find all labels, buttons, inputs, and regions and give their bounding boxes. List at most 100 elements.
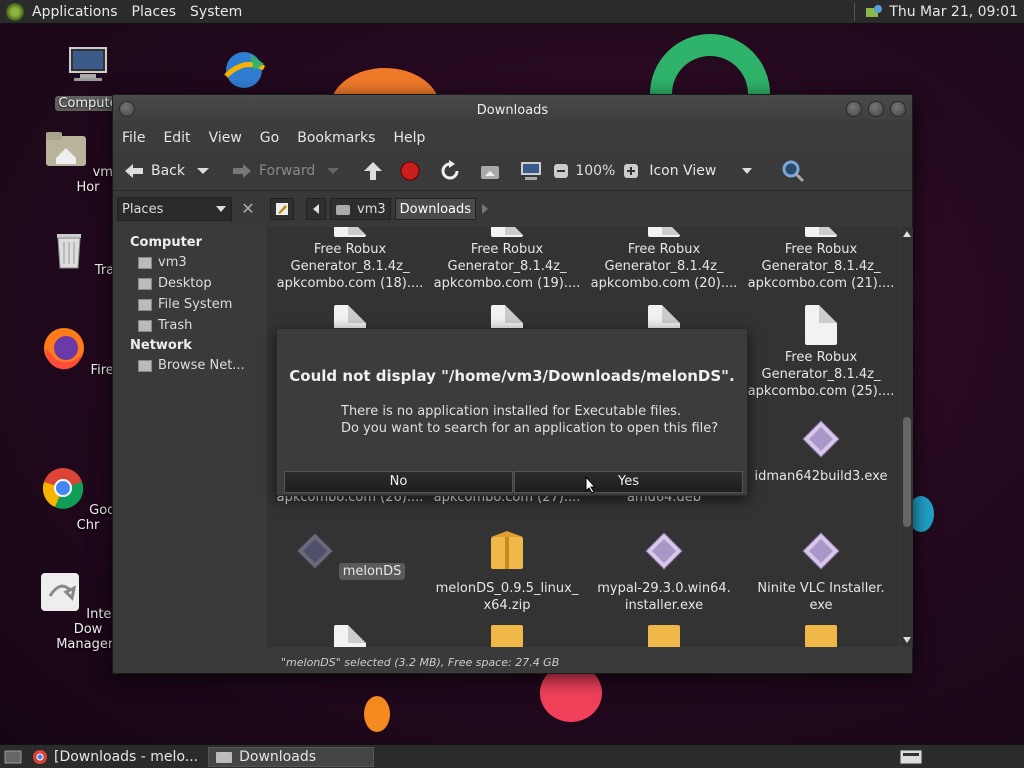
folder-icon: [216, 751, 233, 763]
zoom-in-icon[interactable]: [623, 163, 639, 179]
window-menu-icon[interactable]: [119, 101, 135, 117]
forward-button[interactable]: Forward: [231, 162, 349, 180]
window-titlebar[interactable]: Downloads: [113, 95, 912, 125]
places-label: Places: [122, 201, 164, 217]
file-item[interactable]: Free Robux Generator_8.1.4z_ apkcombo.co…: [275, 227, 425, 292]
breadcrumb-downloads[interactable]: Downloads: [394, 198, 477, 220]
taskbar-item-chrome[interactable]: [Downloads - melo...: [26, 747, 204, 767]
sidebar-item-browse-network[interactable]: Browse Net...: [113, 355, 261, 376]
sidebar-item-vm3[interactable]: vm3: [113, 252, 261, 273]
file-item-melonds[interactable]: melonDS: [275, 531, 425, 580]
distro-logo-icon[interactable]: [6, 2, 24, 21]
file-item[interactable]: Free Robux Generator_8.1.4z_ apkcombo.co…: [746, 227, 896, 292]
menubar: File Edit View Go Bookmarks Help: [113, 125, 912, 151]
file-item[interactable]: melonDS_0.9.5_linux_ x64.zip: [432, 531, 582, 614]
chevron-down-icon[interactable]: [323, 166, 343, 176]
file-label: Free Robux: [627, 242, 701, 257]
menu-edit[interactable]: Edit: [163, 130, 190, 146]
menu-places[interactable]: Places: [132, 4, 177, 20]
taskbar-item-downloads[interactable]: Downloads: [208, 746, 375, 767]
zoom-out-icon[interactable]: [553, 163, 569, 179]
archive-icon: [491, 625, 523, 647]
toolbar: Back Forward 100% Icon View: [113, 151, 912, 191]
show-desktop-icon[interactable]: [4, 749, 22, 765]
back-button[interactable]: Back: [123, 162, 219, 180]
sidebar-item-trash[interactable]: Trash: [113, 315, 261, 336]
close-sidebar-icon[interactable]: ✕: [238, 199, 258, 219]
sidebar-type-select[interactable]: Places: [117, 197, 232, 221]
maximize-button[interactable]: [868, 101, 884, 117]
dialog-message-line: Do you want to search for an application…: [341, 421, 719, 436]
file-item[interactable]: [275, 625, 425, 647]
scroll-down-icon[interactable]: [901, 635, 913, 645]
breadcrumb-left-button[interactable]: [306, 198, 326, 220]
chevron-right-icon[interactable]: [480, 203, 490, 215]
clock[interactable]: Thu Mar 21, 09:01: [889, 4, 1018, 20]
computer-icon[interactable]: [519, 160, 543, 182]
file-label: apkcombo.com (20)....: [590, 276, 738, 291]
file-item[interactable]: Free Robux Generator_8.1.4z_ apkcombo.co…: [746, 305, 896, 400]
file-item[interactable]: [746, 625, 896, 647]
file-label: Generator_8.1.4z_: [604, 259, 724, 274]
desktop-icon: [138, 277, 152, 290]
up-arrow-icon[interactable]: [361, 160, 385, 182]
dialog-message: There is no application installed for Ex…: [341, 403, 718, 437]
sidebar-item-desktop[interactable]: Desktop: [113, 273, 261, 294]
menu-applications[interactable]: Applications: [32, 4, 118, 20]
menu-view[interactable]: View: [209, 130, 242, 146]
no-button[interactable]: No: [284, 471, 513, 493]
scrollbar-thumb[interactable]: [903, 417, 911, 527]
file-item[interactable]: mypal-29.3.0.win64. installer.exe: [589, 531, 739, 614]
scroll-up-icon[interactable]: [901, 229, 913, 239]
vertical-scrollbar[interactable]: [901, 227, 913, 647]
document-icon: [334, 625, 366, 647]
executable-icon: [645, 532, 683, 570]
forward-label: Forward: [259, 162, 316, 179]
network-icon[interactable]: [865, 4, 883, 20]
breadcrumb-label: Downloads: [399, 201, 472, 217]
breadcrumb-vm3[interactable]: vm3: [330, 198, 391, 220]
menu-file[interactable]: File: [122, 130, 145, 146]
close-button[interactable]: [890, 101, 906, 117]
idm-icon: [41, 573, 80, 611]
yes-button[interactable]: Yes: [514, 471, 743, 493]
trash-applet-icon[interactable]: [898, 748, 924, 766]
home-icon[interactable]: [479, 160, 501, 182]
view-mode-label: Icon View: [649, 162, 717, 179]
back-label: Back: [151, 162, 185, 179]
taskbar-item-label: Downloads: [239, 748, 316, 765]
stop-icon[interactable]: [399, 160, 421, 182]
download-manager-icon: [224, 52, 266, 88]
sidebar-item-filesystem[interactable]: File System: [113, 294, 261, 315]
computer-icon: [69, 47, 107, 81]
window-title: Downloads: [476, 102, 549, 118]
menu-go[interactable]: Go: [260, 130, 279, 146]
document-icon: [805, 227, 837, 237]
file-item[interactable]: Ninite VLC Installer. exe: [746, 531, 896, 614]
toggle-location-entry-button[interactable]: [270, 198, 294, 220]
sidebar-item-label: vm3: [158, 255, 187, 270]
minimize-button[interactable]: [846, 101, 862, 117]
executable-icon: [295, 532, 334, 570]
menu-help[interactable]: Help: [393, 130, 425, 146]
file-item[interactable]: [432, 625, 582, 647]
file-item[interactable]: [589, 625, 739, 647]
menu-bookmarks[interactable]: Bookmarks: [297, 130, 375, 146]
file-item[interactable]: Free Robux Generator_8.1.4z_ apkcombo.co…: [589, 227, 739, 292]
file-label: Free Robux: [784, 350, 858, 365]
view-mode-select[interactable]: Icon View: [649, 163, 759, 179]
file-label: Free Robux: [784, 242, 858, 257]
search-icon[interactable]: [781, 159, 805, 183]
chevron-down-icon[interactable]: [193, 166, 213, 176]
reload-icon[interactable]: [439, 159, 461, 182]
menu-system[interactable]: System: [190, 4, 242, 20]
file-item[interactable]: Free Robux Generator_8.1.4z_ apkcombo.co…: [432, 227, 582, 292]
zoom-level: 100%: [575, 162, 616, 179]
home-folder-icon: [336, 205, 350, 215]
file-item[interactable]: idman642build3.exe: [746, 419, 896, 485]
file-label: mypal-29.3.0.win64.: [597, 581, 731, 596]
arrow-right-icon: [233, 163, 251, 178]
file-label: x64.zip: [483, 598, 531, 613]
desktop-icon-idm-top[interactable]: [220, 46, 270, 96]
sidebar: Computer vm3 Desktop File System Trash N…: [113, 227, 261, 647]
